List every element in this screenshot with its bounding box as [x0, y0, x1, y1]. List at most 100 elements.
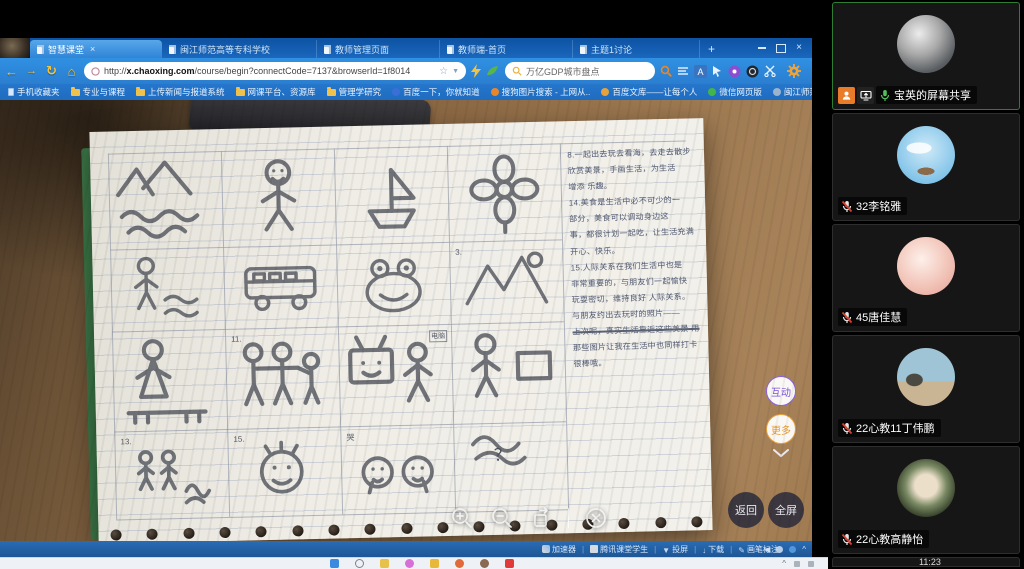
clock-text: 11:23	[919, 557, 941, 567]
qq-music-icon[interactable]	[728, 65, 741, 78]
interact-button[interactable]: 互动	[766, 376, 796, 406]
speaker-icon[interactable]: ◀	[764, 545, 770, 554]
zoom-in-icon[interactable]	[448, 504, 475, 531]
doodle-crying-faces: 哭	[342, 428, 453, 510]
home-icon[interactable]: ⌂	[64, 64, 79, 79]
search-circle-icon[interactable]	[355, 559, 364, 568]
participant-tile[interactable]: 22心教11丁伟鹏	[832, 335, 1020, 443]
rotate-icon[interactable]	[528, 504, 555, 531]
lightning-icon[interactable]	[471, 64, 481, 78]
tray-icon[interactable]	[794, 561, 800, 567]
settings-gear-icon[interactable]	[787, 64, 801, 78]
caret-up-icon[interactable]: ^	[802, 545, 806, 554]
back-icon[interactable]: ←	[4, 64, 19, 79]
tab-close-icon[interactable]: ×	[90, 44, 95, 54]
app-icon[interactable]	[480, 559, 489, 568]
bookmark-item[interactable]: 百度一下，你就知道	[392, 86, 480, 98]
app-icon[interactable]	[455, 559, 464, 568]
statusbar-item-class[interactable]: 腾讯课堂学生	[590, 544, 648, 555]
bookmark-item[interactable]: 百度文库——让每个人	[601, 86, 697, 98]
more-button[interactable]: 更多	[766, 414, 796, 444]
doodle-label: 13.	[120, 437, 131, 446]
bookmark-item[interactable]: 微信网页版	[708, 86, 762, 98]
address-bar[interactable]: http://x.chaoxing.com/course/begin?conne…	[84, 62, 466, 80]
doodle-mountain-range: 3.	[451, 243, 562, 319]
url-text: http://x.chaoxing.com/course/begin?conne…	[104, 66, 435, 76]
participant-name: 45唐佳慧	[856, 309, 901, 325]
browser-tab[interactable]: 教师端-首页	[440, 40, 573, 58]
screenshot-scissors-icon[interactable]	[764, 65, 776, 77]
participant-name: 22心教11丁伟鹏	[856, 420, 935, 436]
reader-mode-icon[interactable]: A	[694, 65, 707, 78]
participant-tile[interactable]: 22心教高静怡	[832, 446, 1020, 554]
statusbar-item-cast[interactable]: ▼投屏	[662, 544, 688, 555]
participant-tile[interactable]: 32李铭雅	[832, 113, 1020, 221]
night-mode-icon[interactable]	[746, 65, 759, 78]
bookmark-item[interactable]: 手机收藏夹	[8, 86, 60, 98]
bookmark-item[interactable]: 上传新闻与报道系统	[136, 86, 225, 98]
screen-share-icon	[857, 87, 874, 104]
statusbar-item-accelerator[interactable]: 加速器	[542, 544, 576, 555]
browser-tab[interactable]: 闽江师范高等专科学校	[162, 40, 317, 58]
search-box[interactable]: 万亿GDP城市盘点	[505, 62, 655, 80]
participant-tile-partial[interactable]: 11:23	[832, 557, 1020, 567]
download-icon: ↓	[702, 546, 706, 554]
doodle-label: 3.	[455, 248, 462, 257]
forward-icon[interactable]: →	[24, 65, 39, 77]
mic-on-icon	[879, 89, 891, 102]
refresh-icon[interactable]: ↻	[44, 63, 59, 79]
doodle-sailboat	[336, 150, 447, 240]
translate-icon[interactable]	[677, 66, 689, 76]
close-viewer-icon[interactable]	[582, 504, 609, 531]
doodle-sad-person	[223, 153, 334, 243]
browser-profile-avatar[interactable]	[0, 38, 30, 58]
mouse-gesture-icon[interactable]	[712, 66, 723, 77]
doodle-figure-box	[453, 325, 564, 419]
fullscreen-button[interactable]: 全屏	[768, 492, 804, 528]
people-icon[interactable]	[776, 546, 783, 553]
new-tab-button[interactable]: +	[700, 40, 723, 58]
doodle-small-figures: 13.	[116, 433, 227, 515]
mic-muted-icon	[841, 311, 853, 324]
app-icon[interactable]	[505, 559, 514, 568]
game-center-icon[interactable]	[486, 65, 500, 77]
browser-tab[interactable]: 主题1讨论	[573, 40, 700, 58]
dropdown-caret-icon[interactable]: ▼	[452, 68, 459, 75]
folder-icon	[136, 89, 145, 96]
tab-label: 闽江师范高等专科学校	[180, 43, 270, 56]
tray-caret-icon[interactable]: ^	[782, 559, 786, 568]
search-button-icon[interactable]	[660, 65, 672, 77]
minimize-button[interactable]	[758, 47, 766, 49]
app-icon[interactable]	[405, 559, 414, 568]
zoom-out-icon[interactable]	[488, 504, 515, 531]
baidu-icon	[392, 88, 400, 96]
bookmark-item[interactable]: 专业与课程	[71, 86, 126, 98]
doodle-question-mark: ？	[455, 425, 566, 507]
bookmark-item[interactable]: 管理学研究	[327, 86, 382, 98]
bookmark-item[interactable]: 网课平台、资源库	[236, 86, 316, 98]
bookmark-item[interactable]: 闽江师范高等专科学校	[773, 86, 812, 98]
avatar	[897, 237, 955, 295]
browser-tab-bar: 智慧课堂 × 闽江师范高等专科学校 教师管理页面 教师端-首页 主题	[0, 38, 812, 58]
app-icon[interactable]	[430, 559, 439, 568]
favorite-star-icon[interactable]: ☆	[439, 66, 448, 77]
browser-tab-active[interactable]: 智慧课堂 ×	[30, 40, 162, 58]
return-button[interactable]: 返回	[728, 492, 764, 528]
browser-tab[interactable]: 教师管理页面	[317, 40, 440, 58]
toolbar-divider	[568, 508, 569, 528]
doodle-person-water	[112, 251, 223, 327]
statusbar-item-download[interactable]: ↓下载	[702, 544, 724, 555]
tray-icon[interactable]	[808, 561, 814, 567]
participant-tile[interactable]: 宝英的屏幕共享	[832, 2, 1020, 110]
collapse-chevron-icon[interactable]	[770, 446, 792, 460]
maximize-button[interactable]	[776, 44, 786, 53]
presenter-icon	[838, 87, 855, 104]
close-button[interactable]: ×	[796, 43, 802, 53]
file-explorer-icon[interactable]	[380, 559, 389, 568]
folder-icon	[236, 89, 245, 96]
windows-start-icon[interactable]	[330, 559, 339, 568]
participant-tile[interactable]: 45唐佳慧	[832, 224, 1020, 332]
participant-name: 32李铭雅	[856, 198, 901, 214]
bookmark-item[interactable]: 搜狗图片搜索 - 上网从..	[491, 86, 591, 98]
bookmarks-bar: 手机收藏夹 专业与课程 上传新闻与报道系统 网课平台、资源库 管理学研究 百度一…	[0, 84, 812, 100]
